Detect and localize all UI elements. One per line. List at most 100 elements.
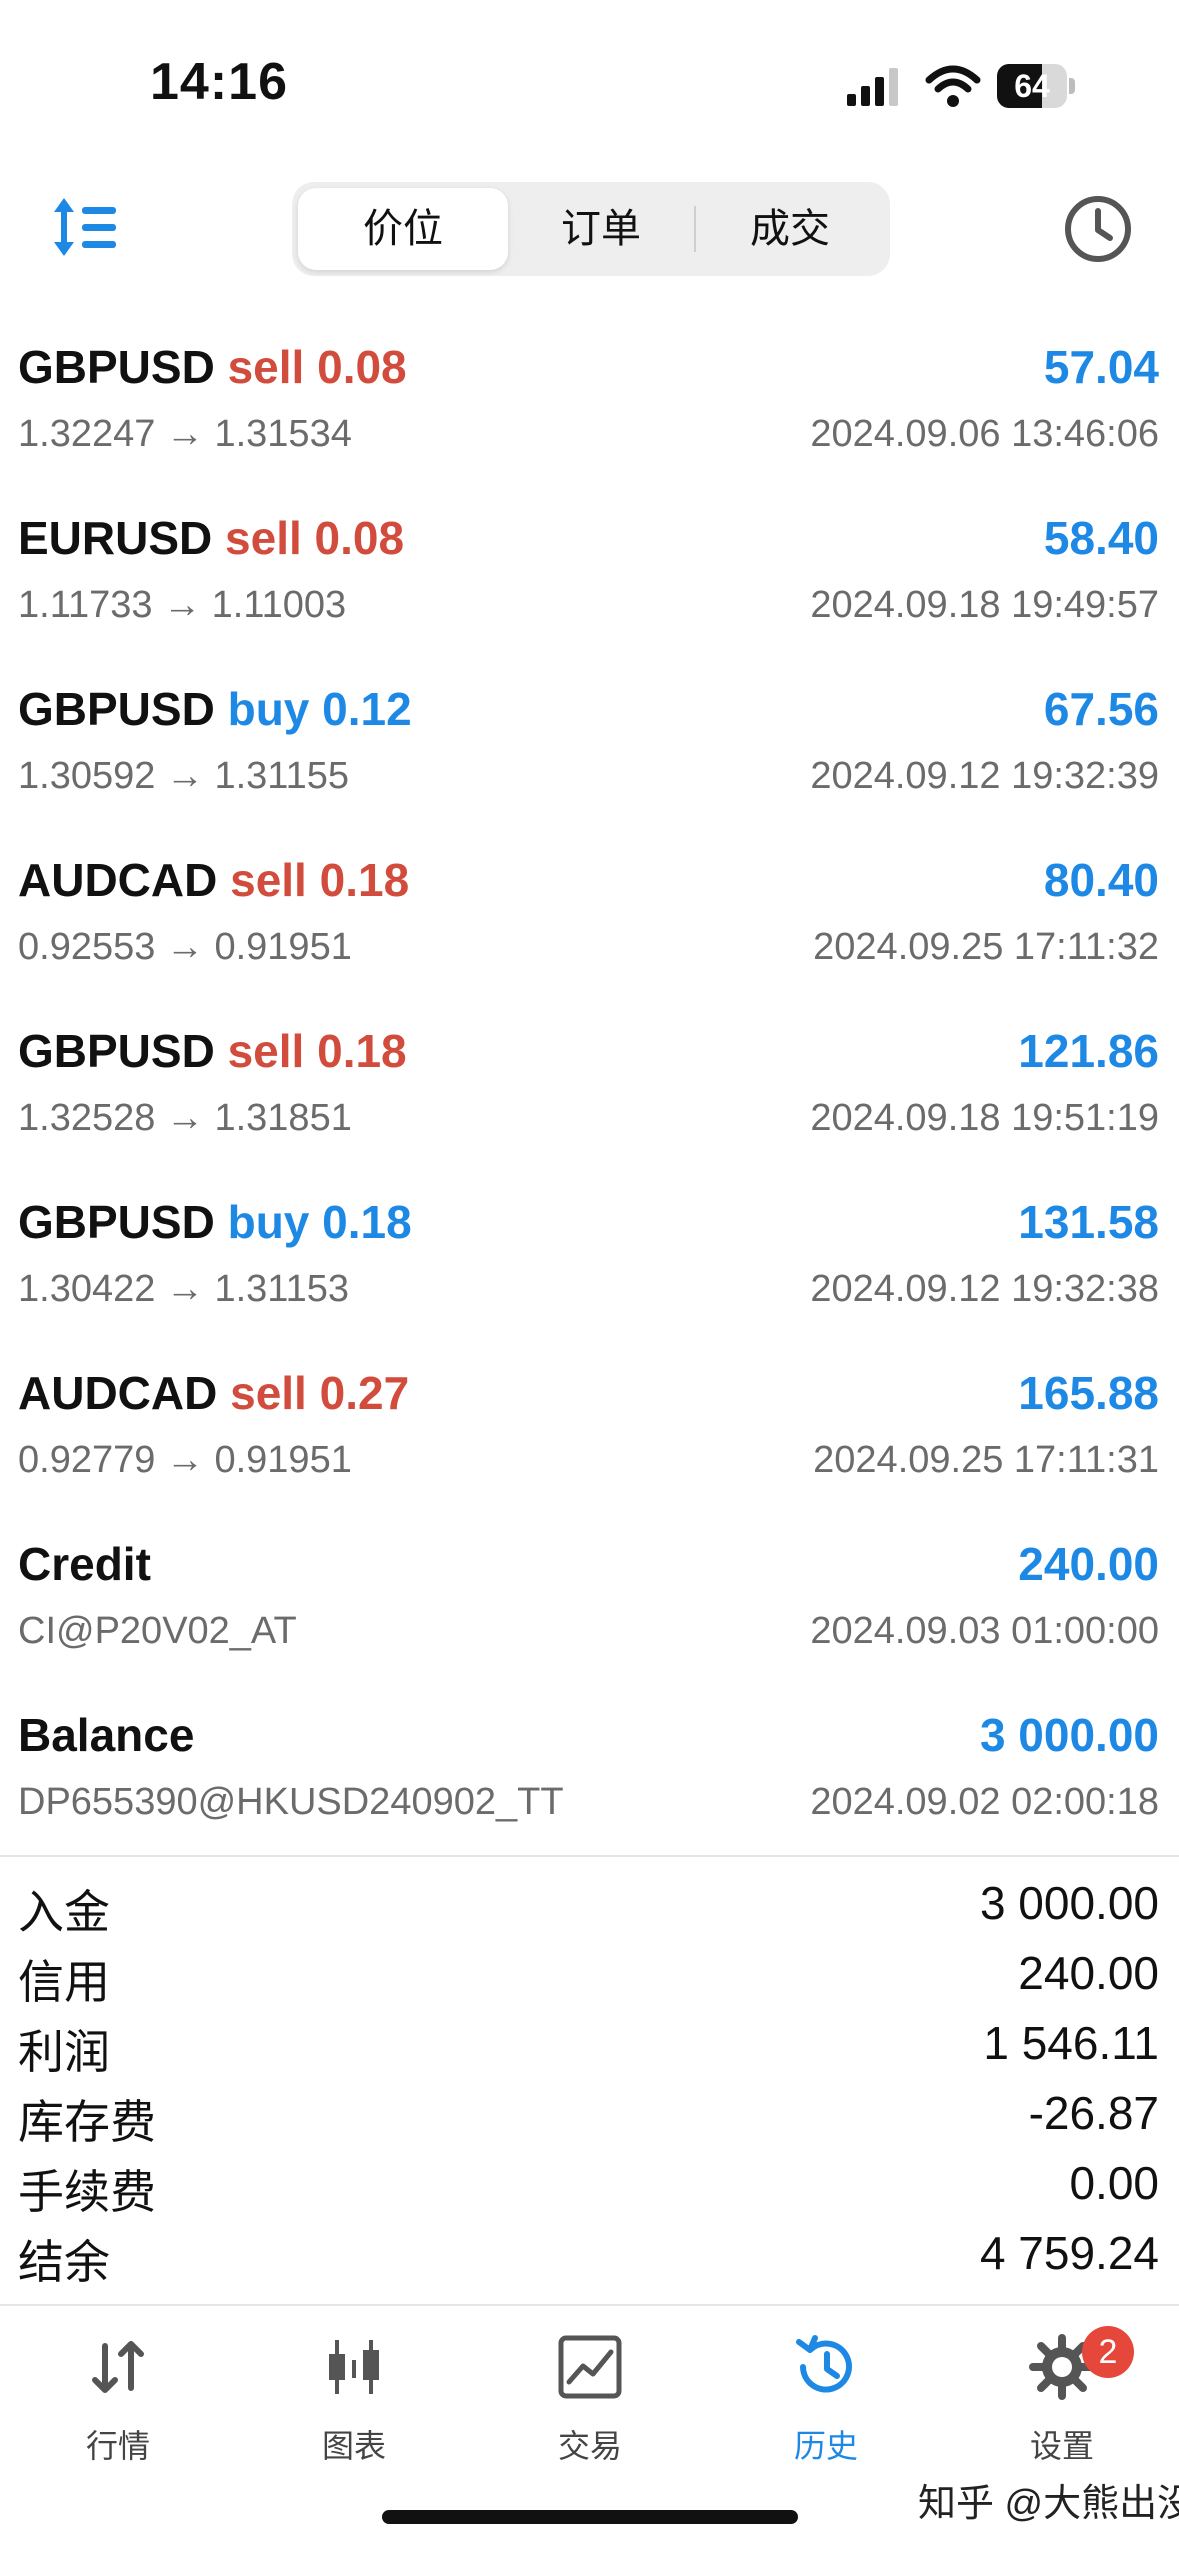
row-symbol: Credit [18, 1538, 151, 1590]
row-title: AUDCAD sell 0.18 [18, 853, 409, 907]
row-datetime: 2024.09.03 01:00:00 [810, 1610, 1159, 1652]
summary-divider [0, 1855, 1179, 1857]
row-profit: 80.40 [1043, 854, 1159, 906]
history-row[interactable]: Credit 240.00 CI@P20V02_AT 2024.09.03 01:00… [0, 1515, 1179, 1686]
candlestick-chart-icon [329, 2340, 379, 2394]
row-side: buy [227, 683, 310, 735]
row-title: GBPUSD buy 0.18 [18, 1195, 412, 1249]
row-datetime: 2024.09.06 13:46:06 [810, 413, 1159, 455]
row-side: sell [225, 512, 302, 564]
summary-row-balance: 结余 4 759.24 [0, 2220, 1179, 2290]
settings-badge: 2 [1082, 2326, 1134, 2378]
row-title: GBPUSD sell 0.08 [18, 340, 407, 394]
history-row[interactable]: EURUSD sell 0.08 58.40 1.11733 → 1.11003 20… [0, 489, 1179, 660]
history-row[interactable]: AUDCAD sell 0.27 165.88 0.92779 → 0.91951 2… [0, 1344, 1179, 1515]
row-datetime: 2024.09.25 17:11:31 [813, 1439, 1159, 1481]
row-volume: 0.08 [314, 512, 405, 564]
tab-settings[interactable]: 设置 [944, 2306, 1179, 2466]
summary-value: 1 546.11 [983, 2017, 1159, 2069]
summary-row-deposit: 入金 3 000.00 [0, 1870, 1179, 1940]
row-side: sell [227, 1025, 305, 1077]
clock-icon[interactable] [1062, 193, 1134, 265]
row-detail: 1.30592 → 1.31155 [18, 755, 350, 797]
row-volume: 0.18 [319, 854, 410, 906]
tab-history[interactable]: 历史 [708, 2306, 944, 2466]
tab-label: 行情 [85, 2428, 150, 2464]
row-profit: 3 000.00 [979, 1709, 1159, 1761]
row-detail: CI@P20V02_AT [18, 1610, 297, 1652]
row-volume: 0.12 [322, 683, 412, 735]
row-detail: 0.92553 → 0.91951 [18, 926, 352, 968]
history-row[interactable]: GBPUSD sell 0.18 121.86 1.32528 → 1.31851 2… [0, 1002, 1179, 1173]
history-row[interactable]: GBPUSD buy 0.18 131.58 1.30422 → 1.31153 20… [0, 1173, 1179, 1344]
tab-orders[interactable]: 订单 [508, 188, 694, 270]
history-row[interactable]: AUDCAD sell 0.18 80.40 0.92553 → 0.91951 20… [0, 831, 1179, 1002]
tab-label: 历史 [793, 2428, 858, 2464]
history-row[interactable]: Balance 3 000.00 DP655390@HKUSD240902_TT 20… [0, 1686, 1179, 1857]
summary-value: 4 759.24 [979, 2227, 1159, 2279]
row-volume: 0.27 [319, 1367, 410, 1419]
segmented-control: 价位 订单 成交 [292, 182, 890, 276]
summary-value: 3 000.00 [979, 1877, 1159, 1929]
row-symbol: EURUSD [18, 512, 213, 564]
history-list: GBPUSD sell 0.08 57.04 1.32247 → 1.31534 20… [0, 318, 1179, 1857]
account-summary: 入金 3 000.00 信用 240.00 利润 1 546.11 库存费 -2… [0, 1870, 1179, 2290]
tab-trade[interactable]: 交易 [472, 2306, 708, 2466]
battery-percent: 64 [1014, 68, 1050, 104]
summary-value: -26.87 [1028, 2087, 1159, 2139]
wifi-icon [925, 65, 981, 107]
row-profit: 121.86 [1018, 1025, 1159, 1077]
row-symbol: GBPUSD [18, 683, 215, 735]
summary-value: 240.00 [1018, 1947, 1159, 1999]
row-profit: 165.88 [1018, 1367, 1159, 1419]
row-detail: 0.92779 → 0.91951 [18, 1439, 352, 1481]
trade-chart-icon [558, 2335, 622, 2399]
summary-row-credit: 信用 240.00 [0, 1940, 1179, 2010]
summary-label: 信用 [18, 1956, 110, 2008]
cellular-signal-icon [847, 68, 898, 106]
row-profit: 240.00 [1018, 1538, 1159, 1590]
row-datetime: 2024.09.25 17:11:32 [813, 926, 1159, 968]
row-symbol: GBPUSD [18, 1025, 215, 1077]
summary-label: 手续费 [18, 2166, 156, 2218]
status-time: 14:16 [150, 53, 288, 111]
row-detail: 1.30422 → 1.31153 [18, 1268, 350, 1310]
summary-label: 库存费 [18, 2096, 156, 2148]
tab-label: 设置 [1029, 2428, 1094, 2464]
battery-indicator: 64 [997, 64, 1075, 108]
row-profit: 57.04 [1043, 341, 1159, 393]
row-symbol: GBPUSD [18, 341, 215, 393]
row-title: GBPUSD buy 0.12 [18, 682, 412, 736]
row-title: GBPUSD sell 0.18 [18, 1024, 407, 1078]
summary-row-profit: 利润 1 546.11 [0, 2010, 1179, 2080]
home-indicator[interactable] [382, 2510, 798, 2524]
history-row[interactable]: GBPUSD sell 0.08 57.04 1.32247 → 1.31534 20… [0, 318, 1179, 489]
row-detail: DP655390@HKUSD240902_TT [18, 1781, 564, 1823]
row-profit: 58.40 [1043, 512, 1159, 564]
summary-value: 0.00 [1069, 2157, 1159, 2209]
row-profit: 67.56 [1043, 683, 1159, 735]
row-symbol: AUDCAD [18, 854, 218, 906]
sort-icon[interactable] [50, 192, 120, 262]
row-datetime: 2024.09.18 19:51:19 [810, 1097, 1159, 1139]
tab-deals[interactable]: 成交 [696, 188, 884, 270]
tab-quotes[interactable]: 行情 [0, 2306, 236, 2466]
status-bar: 14:16 64 [0, 0, 1179, 150]
row-datetime: 2024.09.12 19:32:38 [810, 1268, 1159, 1310]
row-detail: 1.32247 → 1.31534 [18, 413, 352, 455]
history-row[interactable]: GBPUSD buy 0.12 67.56 1.30592 → 1.31155 202… [0, 660, 1179, 831]
tab-label: 图表 [321, 2428, 386, 2464]
row-title: Credit [18, 1537, 151, 1591]
watermark: 知乎 @大熊出没 [918, 2483, 1179, 2525]
tab-price[interactable]: 价位 [298, 188, 508, 270]
row-datetime: 2024.09.18 19:49:57 [810, 584, 1159, 626]
row-volume: 0.18 [322, 1196, 412, 1248]
row-side: buy [227, 1196, 310, 1248]
row-profit: 131.58 [1018, 1196, 1159, 1248]
row-side: sell [227, 341, 305, 393]
row-side: sell [230, 854, 307, 906]
row-title: Balance [18, 1708, 194, 1762]
row-datetime: 2024.09.12 19:32:39 [810, 755, 1159, 797]
summary-label: 结余 [18, 2236, 110, 2288]
tab-chart[interactable]: 图表 [236, 2306, 472, 2466]
